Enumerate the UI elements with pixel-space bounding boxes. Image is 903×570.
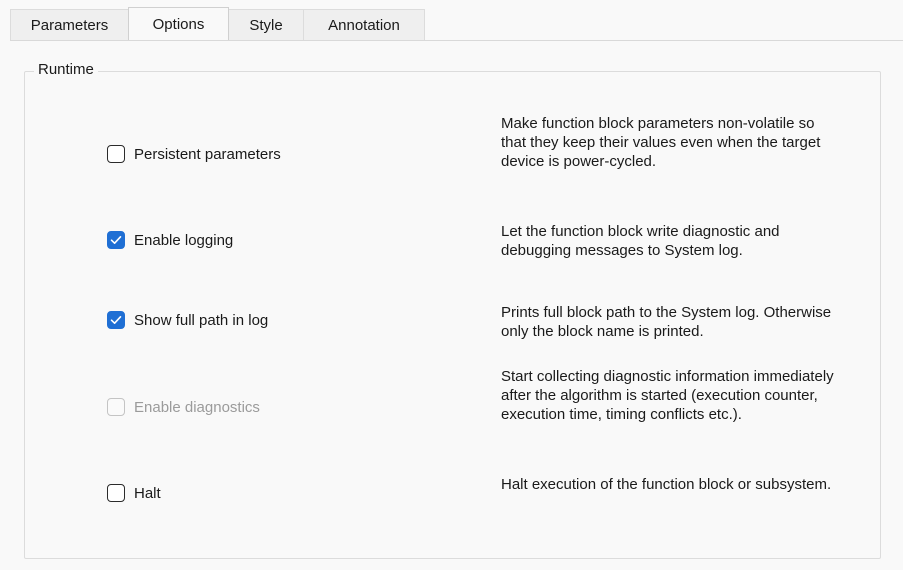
enable-diagnostics-option: Enable diagnostics [107,396,260,418]
tab-parameters[interactable]: Parameters [10,9,129,40]
tab-options[interactable]: Options [128,7,229,40]
tab-style[interactable]: Style [228,9,304,40]
checkmark-icon [110,316,122,324]
persistent-parameters-label: Persistent parameters [134,145,281,163]
show-full-path-label: Show full path in log [134,311,269,329]
show-full-path-option[interactable]: Show full path in log [107,309,268,331]
show-full-path-description: Prints full block path to the System log… [501,304,832,340]
tab-strip: Parameters Options Style Annotation [10,7,425,40]
persistent-parameters-description: Make function block parameters non-volat… [501,115,821,170]
halt-option[interactable]: Halt [107,482,161,504]
groupbox-title: Runtime [34,60,98,80]
tab-annotation[interactable]: Annotation [303,9,425,40]
halt-label: Halt [134,484,161,502]
enable-logging-description: Let the function block write diagnostic … [501,223,780,259]
enable-diagnostics-description: Start collecting diagnostic information … [501,368,834,423]
halt-checkbox[interactable] [107,484,125,502]
tab-divider [10,40,903,41]
enable-logging-option[interactable]: Enable logging [107,229,233,251]
enable-logging-checkbox[interactable] [107,231,125,249]
persistent-parameters-checkbox[interactable] [107,145,125,163]
block-properties-panel: Parameters Options Style Annotation Runt… [0,0,903,570]
persistent-parameters-option[interactable]: Persistent parameters [107,143,281,165]
show-full-path-checkbox[interactable] [107,311,125,329]
halt-description: Halt execution of the function block or … [501,476,832,493]
enable-diagnostics-checkbox [107,398,125,416]
checkmark-icon [110,236,122,244]
enable-logging-label: Enable logging [134,231,234,249]
enable-diagnostics-label: Enable diagnostics [134,398,260,416]
